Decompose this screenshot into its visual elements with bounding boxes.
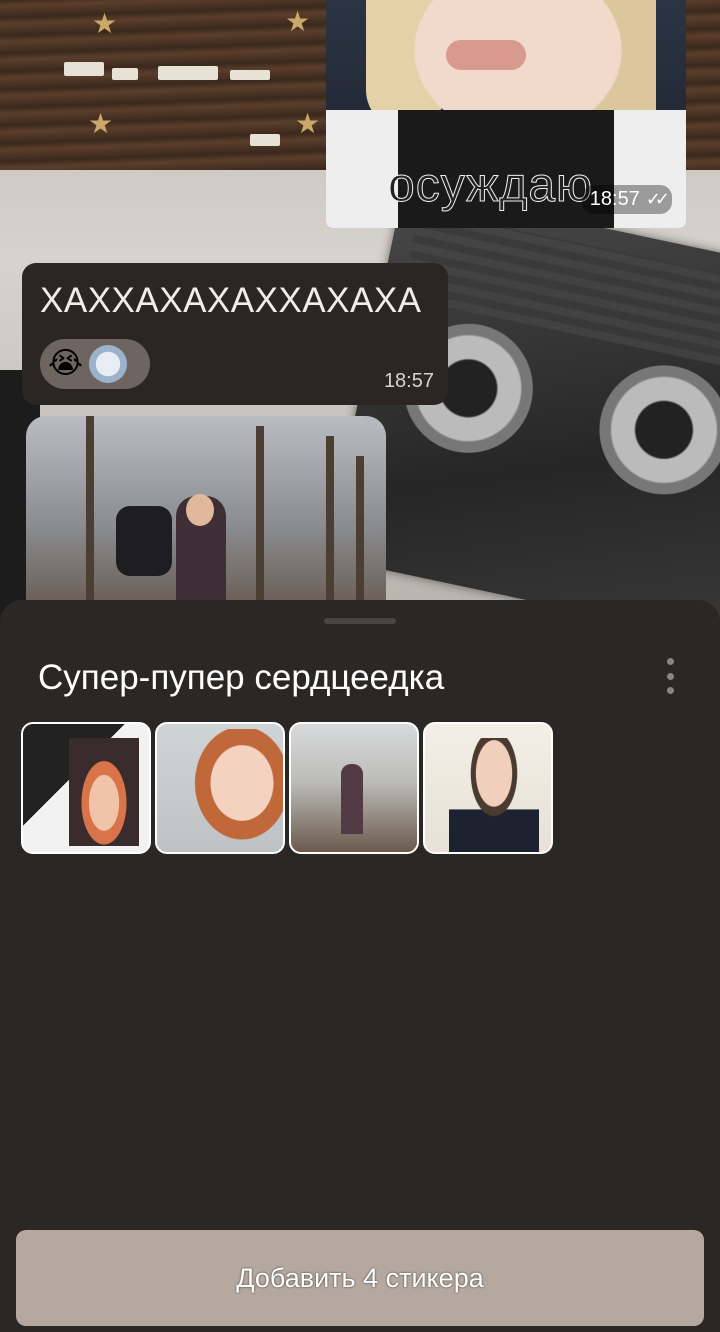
photo-backpack: [116, 506, 172, 576]
reactor-avatar: [89, 345, 128, 383]
sheet-drag-handle[interactable]: [324, 618, 396, 624]
dot: [666, 687, 674, 694]
more-options-icon[interactable]: [660, 658, 680, 694]
sticker-pack-sheet: Супер-пупер сердцеедка Добавить 4 стикер…: [0, 600, 720, 1332]
sticker-3[interactable]: [289, 722, 419, 854]
sticker-2[interactable]: [155, 722, 285, 854]
add-stickers-button[interactable]: Добавить 4 стикера: [16, 1230, 704, 1326]
photo-message[interactable]: [26, 416, 386, 606]
star-decoration: ★: [295, 108, 321, 139]
dot: [666, 672, 674, 680]
sticker-4[interactable]: [423, 722, 553, 854]
reaction-chip[interactable]: 😭: [40, 339, 150, 389]
photo-tree: [86, 416, 94, 606]
sticker-image: [69, 738, 139, 846]
star-decoration: ★: [92, 8, 118, 39]
sticker-1[interactable]: [21, 722, 151, 854]
photo-tree: [356, 456, 364, 606]
photo-tree: [326, 436, 334, 606]
photo-tree: [256, 426, 264, 606]
crying-emoji-icon: 😭: [48, 347, 84, 380]
sticker-grid: [21, 722, 553, 854]
decoration: [112, 68, 138, 80]
message-text: ХАХХАХАХАХХАХАХА: [40, 281, 422, 320]
sticker-pack-title: Супер-пупер сердцеедка: [38, 658, 445, 697]
decoration: [158, 66, 218, 80]
decoration: [250, 134, 280, 146]
dot: [666, 658, 674, 665]
photo-person-head: [186, 494, 214, 526]
star-decoration: ★: [88, 108, 114, 139]
text-message-bubble[interactable]: ХАХХАХАХАХХАХАХА 😭 18:57: [22, 263, 448, 405]
time-text: 18:57: [589, 188, 640, 210]
sticker-image: [449, 738, 539, 852]
photo-message[interactable]: осуждаю 18:57 ✓✓: [326, 0, 686, 228]
read-checks-icon: ✓✓: [645, 189, 670, 209]
decoration: [230, 70, 270, 80]
photo-caption: осуждаю: [387, 159, 594, 213]
sticker-image: [341, 764, 363, 834]
cassette-reel: [586, 352, 720, 507]
photo-lips: [446, 40, 526, 70]
sticker-image: [187, 729, 283, 849]
decoration: [64, 62, 104, 76]
message-time: 18:57 ✓✓: [581, 185, 672, 214]
star-decoration: ★: [285, 6, 311, 37]
message-time: 18:57: [383, 370, 434, 392]
